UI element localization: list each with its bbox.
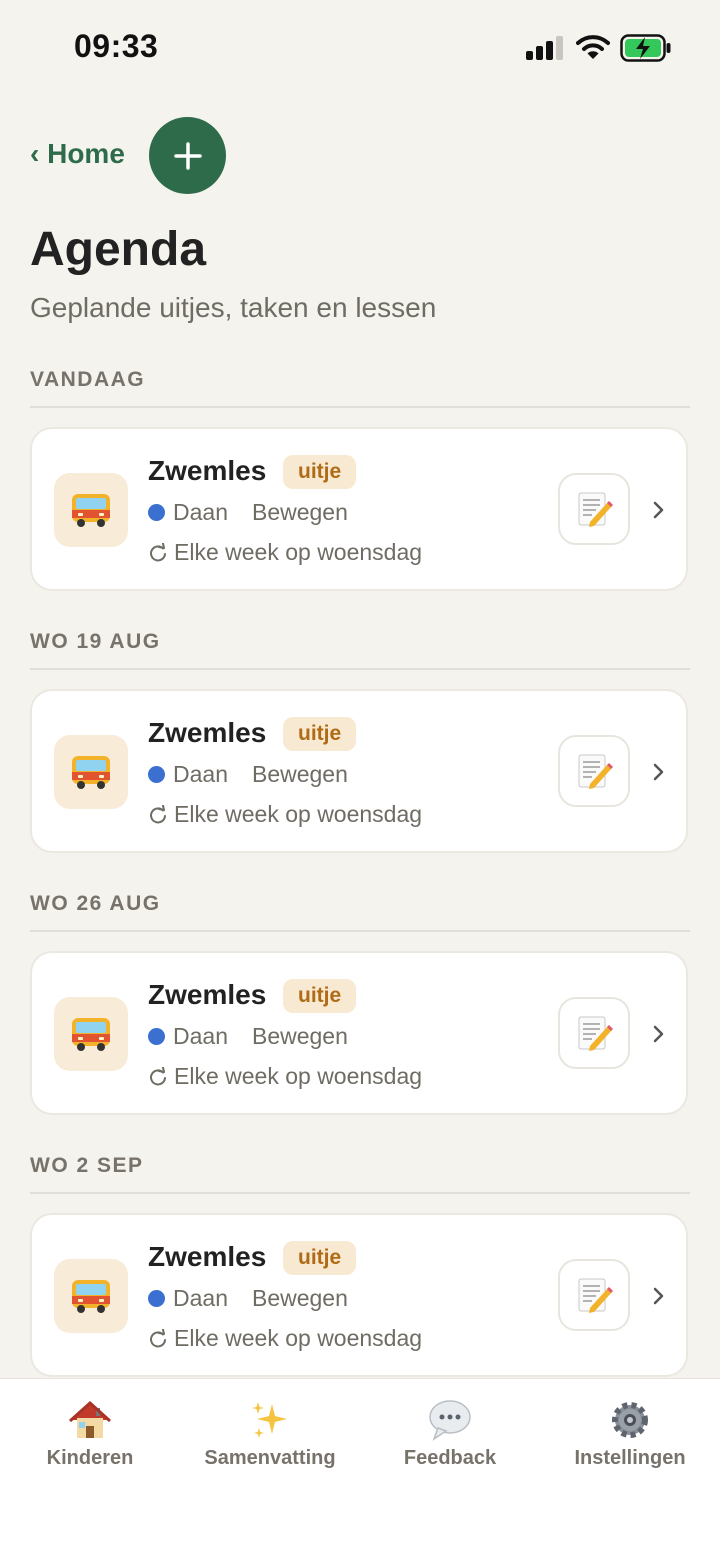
tab-label: Feedback	[403, 1447, 497, 1469]
agenda-card[interactable]: Zwemles uitje Daan Bewegen Elke week op …	[30, 951, 688, 1115]
note-button[interactable]	[558, 997, 630, 1069]
repeat-icon	[150, 1328, 166, 1347]
chevron-right-icon	[653, 763, 664, 781]
recurrence-text: Elke week op woensdag	[174, 1063, 423, 1089]
type-badge: uitje	[283, 979, 357, 1013]
note-button[interactable]	[558, 1259, 630, 1331]
bus-icon	[54, 997, 128, 1071]
section-header: WO 26 AUG	[30, 892, 161, 915]
tab-label: Kinderen	[46, 1447, 134, 1469]
speech-bubble-icon	[360, 1397, 540, 1443]
memo-icon	[578, 754, 614, 789]
wifi-icon	[576, 35, 610, 59]
card-meta: Daan Bewegen	[148, 761, 348, 788]
tab-feedback[interactable]: Feedback	[360, 1379, 540, 1489]
add-button[interactable]	[149, 117, 226, 194]
recurrence: Elke week op woensdag	[148, 1325, 422, 1352]
card-title: Zwemles	[148, 455, 267, 486]
back-home-link[interactable]: ‹ Home	[30, 138, 125, 170]
recurrence: Elke week op woensdag	[148, 539, 422, 566]
gear-icon	[540, 1397, 720, 1443]
tab-label: Samenvatting	[204, 1447, 336, 1469]
section-divider	[30, 406, 690, 408]
child-color-dot	[148, 504, 165, 521]
bus-icon	[54, 473, 128, 547]
plus-icon	[173, 141, 202, 170]
section-divider	[30, 1192, 690, 1194]
section-header: WO 19 AUG	[30, 630, 161, 653]
child-color-dot	[148, 1290, 165, 1307]
child-name: Daan	[173, 1023, 228, 1049]
section-header: VANDAAG	[30, 368, 146, 391]
status-bar: 09:33	[0, 0, 720, 96]
section-header: WO 2 SEP	[30, 1154, 144, 1177]
chevron-right-icon	[653, 1287, 664, 1305]
child-color-dot	[148, 766, 165, 783]
house-icon	[0, 1397, 180, 1443]
memo-icon	[578, 1278, 614, 1313]
repeat-icon	[150, 1066, 166, 1085]
chevron-right-icon	[653, 1025, 664, 1043]
agenda-card[interactable]: Zwemles uitje Daan Bewegen Elke week op …	[30, 689, 688, 853]
note-button[interactable]	[558, 473, 630, 545]
recurrence-text: Elke week op woensdag	[174, 539, 423, 565]
card-meta: Daan Bewegen	[148, 1023, 348, 1050]
section-divider	[30, 668, 690, 670]
tab-samenvatting[interactable]: Samenvatting	[180, 1379, 360, 1489]
battery-charging-icon	[620, 34, 671, 62]
category-label: Bewegen	[251, 499, 348, 525]
memo-icon	[578, 1016, 614, 1051]
chevron-right-icon	[653, 501, 664, 519]
tab-label: Instellingen	[574, 1447, 686, 1469]
repeat-icon	[150, 804, 166, 823]
page-subtitle: Geplande uitjes, taken en lessen	[30, 292, 437, 323]
child-name: Daan	[173, 499, 228, 525]
card-title: Zwemles	[148, 1241, 267, 1272]
category-label: Bewegen	[251, 1285, 348, 1311]
child-color-dot	[148, 1028, 165, 1045]
card-meta: Daan Bewegen	[148, 1285, 348, 1312]
tab-bar: Kinderen Samenvatting Feedback Instellin…	[0, 1378, 720, 1559]
child-name: Daan	[173, 761, 228, 787]
tab-kinderen[interactable]: Kinderen	[0, 1379, 180, 1489]
note-button[interactable]	[558, 735, 630, 807]
section-divider	[30, 930, 690, 932]
recurrence-text: Elke week op woensdag	[174, 801, 423, 827]
memo-icon	[578, 492, 614, 527]
status-time: 09:33	[74, 28, 159, 64]
child-name: Daan	[173, 1285, 228, 1311]
type-badge: uitje	[283, 1241, 357, 1275]
agenda-card[interactable]: Zwemles uitje Daan Bewegen Elke week op …	[30, 427, 688, 591]
recurrence-text: Elke week op woensdag	[174, 1325, 423, 1351]
category-label: Bewegen	[251, 1023, 348, 1049]
type-badge: uitje	[283, 717, 357, 751]
recurrence: Elke week op woensdag	[148, 1063, 422, 1090]
card-title: Zwemles	[148, 979, 267, 1010]
sparkles-icon	[180, 1397, 360, 1443]
bus-icon	[54, 1259, 128, 1333]
type-badge: uitje	[283, 455, 357, 489]
page-title: Agenda	[30, 223, 207, 276]
agenda-card[interactable]: Zwemles uitje Daan Bewegen Elke week op …	[30, 1213, 688, 1377]
bus-icon	[54, 735, 128, 809]
card-title: Zwemles	[148, 717, 267, 748]
repeat-icon	[150, 542, 166, 561]
category-label: Bewegen	[251, 761, 348, 787]
cellular-signal-icon	[526, 36, 563, 60]
card-meta: Daan Bewegen	[148, 499, 348, 526]
recurrence: Elke week op woensdag	[148, 801, 422, 828]
tab-instellingen[interactable]: Instellingen	[540, 1379, 720, 1489]
